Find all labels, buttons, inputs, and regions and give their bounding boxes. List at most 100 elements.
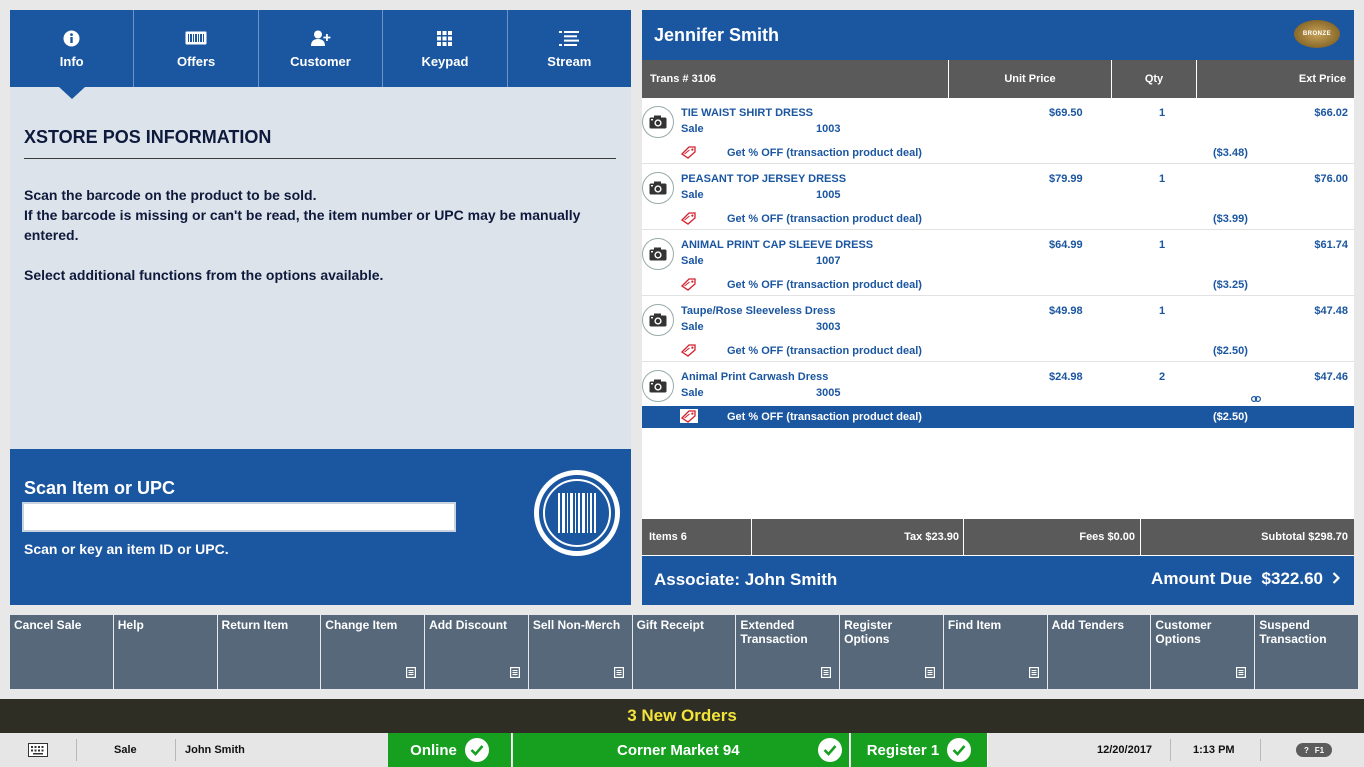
deal-row[interactable]: Get % OFF (transaction product deal) ($3… — [642, 142, 1354, 164]
deal-amount: ($3.25) — [1213, 279, 1248, 291]
tax-total: Tax $23.90 — [752, 519, 964, 555]
item-qty: 1 — [1159, 305, 1166, 317]
status-bar: Sale John Smith Online Corner Market 94 … — [0, 733, 1364, 767]
transaction-panel: Jennifer Smith BRONZE Trans # 3106 Unit … — [642, 10, 1354, 605]
deal-amount: ($2.50) — [1213, 345, 1248, 357]
tab-info[interactable]: Info — [10, 10, 135, 99]
function-button-add-discount[interactable]: Add Discount — [425, 615, 528, 689]
store-label: Corner Market 94 — [617, 741, 740, 759]
deal-row[interactable]: Get % OFF (transaction product deal) ($3… — [642, 208, 1354, 230]
item-ext-price: $47.48 — [1314, 305, 1348, 317]
function-button-help[interactable]: Help — [113, 615, 217, 689]
camera-icon[interactable] — [642, 370, 674, 402]
function-button-extended-transaction[interactable]: Extended Transaction — [736, 615, 840, 689]
offers-icon — [185, 28, 207, 48]
totals-bar: Items 6 Tax $23.90 Fees $0.00 Subtotal $… — [642, 519, 1354, 555]
tab-customer[interactable]: Customer — [259, 10, 384, 87]
help-f1-button[interactable]: ? F1 — [1296, 743, 1332, 757]
discount-tag-icon — [680, 409, 698, 428]
customer-header[interactable]: Jennifer Smith BRONZE — [642, 10, 1354, 60]
item-id: 1007 — [816, 255, 841, 267]
function-button-gift-receipt[interactable]: Gift Receipt — [632, 615, 736, 689]
item-qty: 2 — [1159, 371, 1166, 383]
scan-barcode-button[interactable] — [534, 470, 620, 556]
amount-due-button[interactable]: Amount Due $322.60 — [1151, 569, 1341, 589]
mode-label: Sale — [114, 744, 137, 756]
line-item[interactable]: Taupe/Rose Sleeveless Dress Sale 3003 $4… — [642, 296, 1354, 362]
item-unit-price: $69.50 — [1049, 107, 1083, 119]
info-title: XSTORE POS INFORMATION — [24, 127, 616, 159]
item-ext-price: $76.00 — [1314, 173, 1348, 185]
item-type: Sale — [681, 255, 704, 267]
scan-input[interactable] — [22, 502, 456, 532]
online-status[interactable]: Online — [388, 733, 512, 767]
register-status[interactable]: Register 1 — [851, 733, 988, 767]
tab-offers[interactable]: Offers — [134, 10, 259, 87]
deal-amount: ($2.50) — [1213, 411, 1248, 423]
scan-title: Scan Item or UPC — [24, 478, 176, 498]
line-item[interactable]: PEASANT TOP JERSEY DRESS Sale 1005 $79.9… — [642, 164, 1354, 230]
function-button-find-item[interactable]: Find Item — [943, 615, 1047, 689]
tab-stream[interactable]: Stream — [508, 10, 631, 87]
check-icon — [947, 738, 972, 762]
function-button-add-tenders[interactable]: Add Tenders — [1047, 615, 1151, 689]
tab-bar: Info Offers Customer Keypad Stream — [10, 10, 631, 99]
function-label: Register Options — [844, 618, 893, 646]
info-icon — [61, 28, 83, 48]
info-line: If the barcode is missing or can't be re… — [24, 207, 581, 243]
line-item[interactable]: ANIMAL PRINT CAP SLEEVE DRESS Sale 1007 … — [642, 230, 1354, 296]
function-button-suspend-transaction[interactable]: Suspend Transaction — [1255, 615, 1358, 689]
tab-keypad[interactable]: Keypad — [383, 10, 508, 87]
function-label: Cancel Sale — [14, 618, 82, 632]
info-line: Scan the barcode on the product to be so… — [24, 187, 317, 203]
function-label: Find Item — [947, 618, 1002, 632]
function-label: Suspend Transaction — [1259, 618, 1327, 646]
user-label: John Smith — [185, 744, 245, 756]
info-line: Select additional functions from the opt… — [24, 267, 384, 283]
camera-icon[interactable] — [642, 106, 674, 138]
menu-icon — [406, 667, 417, 681]
new-orders-banner[interactable]: 3 New Orders — [0, 699, 1364, 733]
transaction-column-headers: Trans # 3106 Unit Price Qty Ext Price — [642, 60, 1354, 98]
item-name: Animal Print Carwash Dress — [681, 371, 829, 383]
associate-name: Associate: John Smith — [654, 570, 838, 589]
item-type: Sale — [681, 123, 704, 135]
line-item-list[interactable]: TIE WAIST SHIRT DRESS Sale 1003 $69.50 1… — [642, 98, 1354, 519]
item-type: Sale — [681, 321, 704, 333]
register-label: Register 1 — [866, 741, 940, 759]
deal-row[interactable]: Get % OFF (transaction product deal) ($2… — [642, 406, 1354, 428]
tab-label: Offers — [176, 54, 216, 69]
loyalty-tier: BRONZE — [1302, 31, 1332, 37]
camera-icon[interactable] — [642, 172, 674, 204]
function-label: Add Discount — [429, 618, 508, 632]
tab-label: Keypad — [421, 54, 469, 69]
function-button-return-item[interactable]: Return Item — [217, 615, 321, 689]
col-qty: Qty — [1112, 60, 1197, 98]
info-panel: Info Offers Customer Keypad Stream XSTOR… — [10, 10, 631, 605]
store-status[interactable]: Corner Market 94 — [513, 733, 850, 767]
item-ext-price: $47.46 — [1314, 371, 1348, 383]
menu-icon — [821, 667, 832, 681]
function-button-change-item[interactable]: Change Item — [321, 615, 425, 689]
deal-amount: ($3.48) — [1213, 147, 1248, 159]
chevron-right-icon — [1332, 569, 1341, 589]
scan-hint: Scan or key an item ID or UPC. — [24, 541, 229, 557]
function-button-cancel-sale[interactable]: Cancel Sale — [10, 615, 113, 689]
discount-tag-icon — [680, 145, 698, 164]
function-button-customer-options[interactable]: Customer Options — [1151, 615, 1255, 689]
keyboard-icon[interactable] — [28, 733, 48, 767]
camera-icon[interactable] — [642, 238, 674, 270]
function-label: Extended Transaction — [740, 618, 808, 646]
menu-icon — [1236, 667, 1247, 681]
line-item[interactable]: Animal Print Carwash Dress Sale 3005 $24… — [642, 362, 1354, 428]
transaction-footer: Associate: John Smith Amount Due $322.60 — [642, 556, 1354, 605]
deal-row[interactable]: Get % OFF (transaction product deal) ($2… — [642, 340, 1354, 362]
line-item[interactable]: TIE WAIST SHIRT DRESS Sale 1003 $69.50 1… — [642, 98, 1354, 164]
function-button-sell-non-merch[interactable]: Sell Non-Merch — [528, 615, 632, 689]
function-button-register-options[interactable]: Register Options — [840, 615, 943, 689]
deal-row[interactable]: Get % OFF (transaction product deal) ($3… — [642, 274, 1354, 296]
help-icon: ? — [1303, 745, 1309, 755]
discount-tag-icon — [680, 343, 698, 362]
camera-icon[interactable] — [642, 304, 674, 336]
menu-icon — [613, 667, 624, 681]
